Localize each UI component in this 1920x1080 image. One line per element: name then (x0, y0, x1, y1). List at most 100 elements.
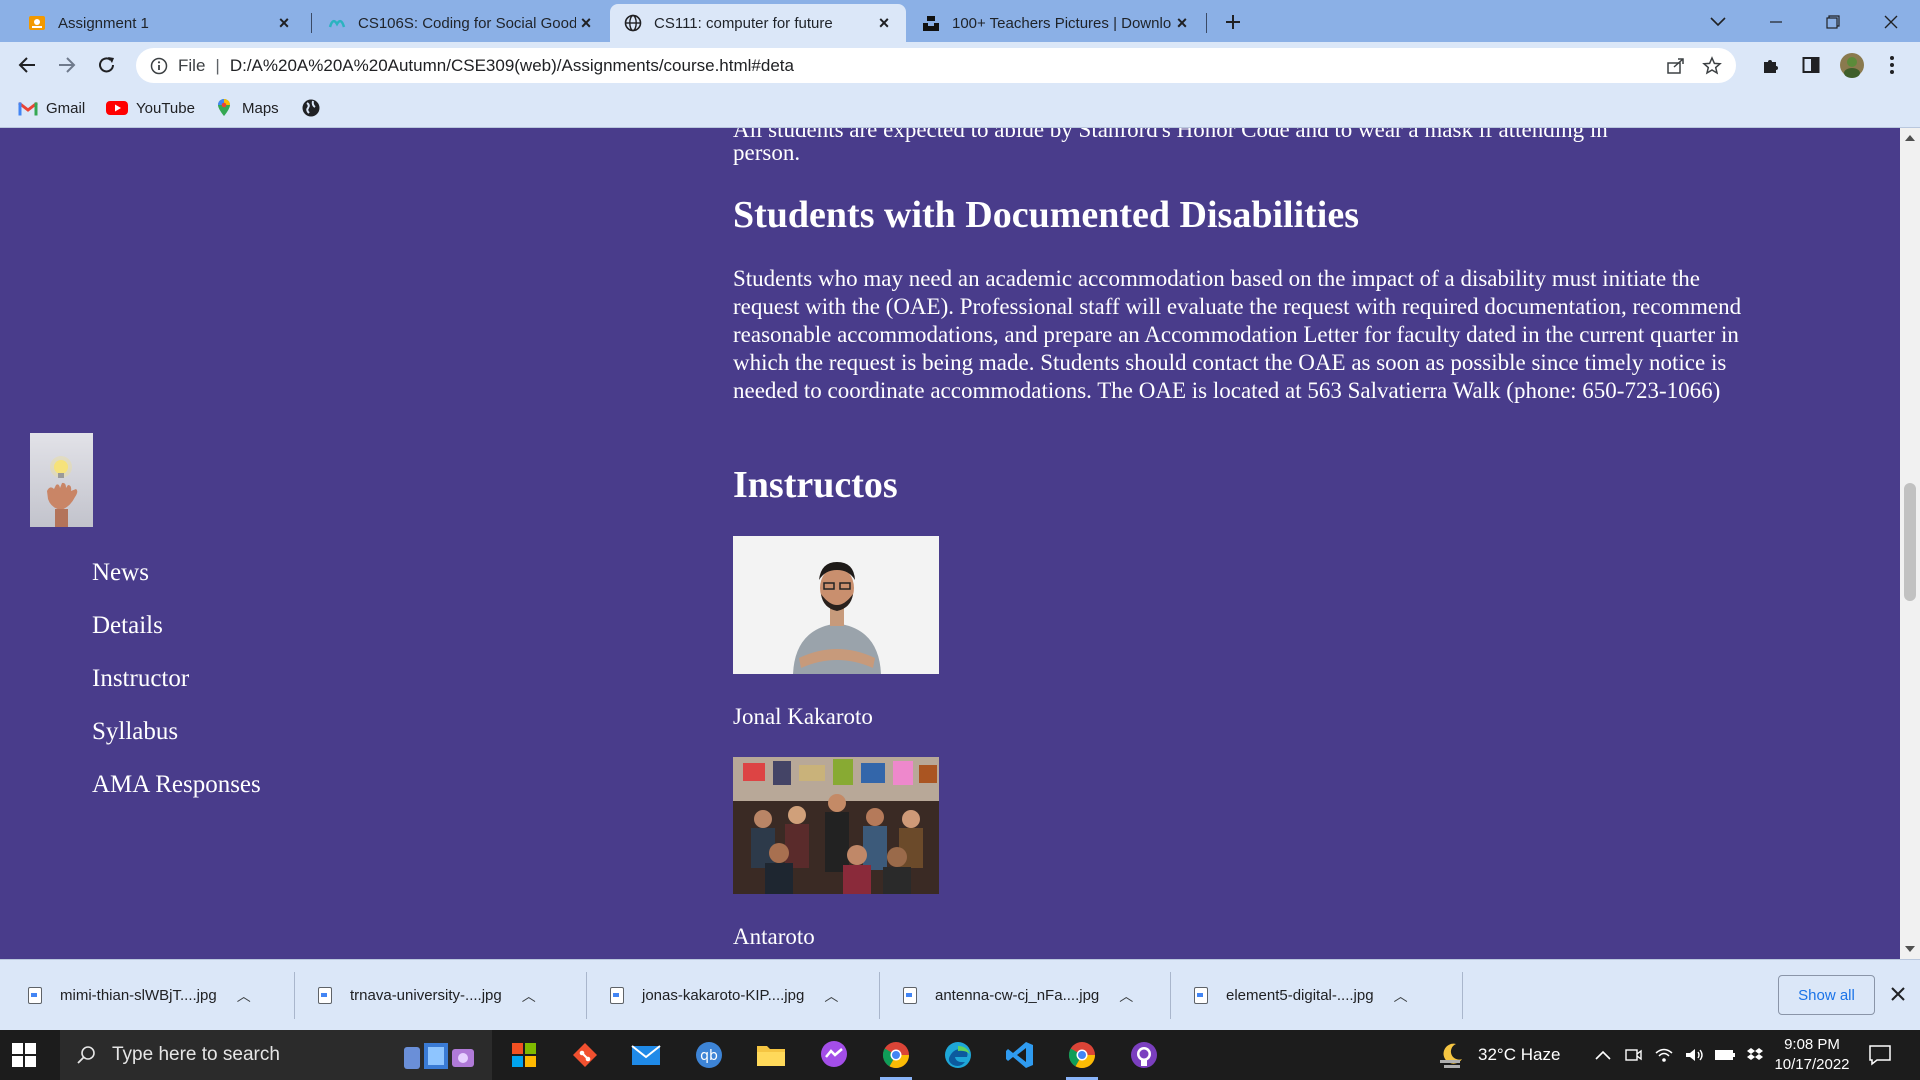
forward-button[interactable] (53, 51, 81, 79)
browser-toolbar: File | D:/A%20A%20A%20Autumn/CSE309(web)… (0, 42, 1920, 88)
scroll-up-icon[interactable] (1905, 135, 1915, 141)
tab-divider (311, 13, 312, 33)
bookmark-globe[interactable] (301, 96, 329, 120)
chevron-up-icon[interactable]: ︿ (522, 986, 536, 1006)
page-viewport: News Details Instructor Syllabus AMA Res… (0, 128, 1920, 959)
tab-strip: Assignment 1 × CS106S: Coding for Social… (0, 0, 1920, 42)
nav-link-news[interactable]: News (92, 558, 261, 611)
close-icon[interactable]: × (874, 13, 894, 33)
tab-search-button[interactable] (1704, 8, 1732, 36)
show-all-button[interactable]: Show all (1778, 975, 1875, 1015)
honor-code-text: All students are expected to abide by St… (733, 128, 1608, 142)
close-icon[interactable]: × (1172, 13, 1192, 33)
tab-title: 100+ Teachers Pictures | Downlo (952, 14, 1172, 32)
portrait-image (733, 536, 939, 674)
image-file-icon (1194, 987, 1208, 1004)
close-icon[interactable]: × (576, 13, 596, 33)
tab-title: Assignment 1 (58, 14, 149, 32)
close-shelf-button[interactable] (1884, 980, 1912, 1008)
url-scheme: File (178, 55, 206, 75)
taskbar-app-github[interactable] (1120, 1035, 1168, 1075)
page-scrollbar[interactable] (1900, 128, 1920, 959)
github-icon (1131, 1042, 1157, 1068)
taskbar-app-chrome[interactable] (872, 1035, 920, 1080)
bookmark-maps[interactable]: Maps (214, 96, 279, 120)
download-filename: element5-digital-....jpg (1226, 987, 1374, 1004)
windows-taskbar: Type here to search qb 32°C Haze 9:08 PM… (0, 1030, 1920, 1080)
youtube-icon (106, 100, 128, 116)
chevron-up-icon (1595, 1050, 1611, 1060)
taskbar-app-office[interactable] (500, 1035, 548, 1075)
site-logo (30, 433, 93, 527)
clock-date: 10/17/2022 (1774, 1056, 1850, 1073)
taskbar-app-vscode[interactable] (996, 1035, 1044, 1075)
restore-button[interactable] (1819, 8, 1847, 36)
download-item[interactable]: trnava-university-....jpg ︿ (318, 960, 536, 1031)
address-bar[interactable]: File | D:/A%20A%20A%20Autumn/CSE309(web)… (136, 48, 1736, 83)
tab-teachers-pictures[interactable]: 100+ Teachers Pictures | Downlo × (908, 4, 1204, 42)
taskbar-app-messenger[interactable] (810, 1035, 858, 1075)
taskbar-app-mail[interactable] (622, 1035, 670, 1075)
close-window-button[interactable] (1877, 8, 1905, 36)
globe-icon (624, 14, 642, 32)
tab-cs106s[interactable]: CS106S: Coding for Social Good × (314, 4, 608, 42)
notification-button[interactable] (1868, 1030, 1892, 1080)
chevron-up-icon[interactable]: ︿ (1119, 986, 1133, 1006)
system-tray[interactable] (1594, 1030, 1764, 1080)
taskbar-app-explorer[interactable] (747, 1035, 795, 1075)
back-button[interactable] (13, 51, 41, 79)
taskbar-app-qb[interactable]: qb (685, 1035, 733, 1075)
chevron-up-icon[interactable]: ︿ (824, 986, 838, 1006)
restore-icon (1826, 15, 1840, 29)
star-icon (1702, 56, 1722, 75)
tab-assignment-1[interactable]: Assignment 1 × (14, 4, 306, 42)
weather-widget[interactable]: 32°C Haze (1436, 1030, 1560, 1080)
wifi-icon (1655, 1048, 1673, 1062)
scroll-down-icon[interactable] (1905, 946, 1915, 952)
chrome-icon (1068, 1042, 1096, 1069)
taskbar-search[interactable]: Type here to search (60, 1030, 492, 1080)
bookmark-youtube[interactable]: YouTube (106, 96, 195, 120)
nav-link-details[interactable]: Details (92, 611, 261, 664)
taskbar-app-git[interactable] (561, 1035, 609, 1075)
more-vertical-icon (1890, 56, 1894, 74)
tab-cs111[interactable]: CS111: computer for future × (610, 4, 906, 42)
nav-link-instructor[interactable]: Instructor (92, 664, 261, 717)
tab-divider (1206, 13, 1207, 33)
reload-button[interactable] (93, 51, 121, 79)
volume-icon (1686, 1049, 1703, 1061)
bookmark-gmail[interactable]: Gmail (18, 96, 85, 120)
image-file-icon (28, 987, 42, 1004)
download-item[interactable]: element5-digital-....jpg ︿ (1194, 960, 1408, 1031)
new-tab-button[interactable] (1219, 8, 1247, 36)
taskbar-app-chrome-active[interactable] (1058, 1035, 1106, 1080)
start-button[interactable] (12, 1043, 36, 1067)
side-panel-button[interactable] (1797, 51, 1825, 79)
arrow-left-icon (18, 57, 35, 73)
minimize-button[interactable] (1762, 8, 1790, 36)
arrow-right-icon (59, 57, 76, 73)
search-placeholder: Type here to search (112, 1044, 280, 1065)
disabilities-heading: Students with Documented Disabilities (733, 194, 1359, 236)
scrollbar-thumb[interactable] (1904, 483, 1916, 601)
url-text: D:/A%20A%20A%20Autumn/CSE309(web)/Assign… (229, 55, 794, 75)
profile-avatar[interactable] (1838, 51, 1866, 79)
chrome-icon (882, 1042, 910, 1069)
clock[interactable]: 9:08 PM 10/17/2022 (1764, 1035, 1860, 1075)
close-icon[interactable]: × (274, 13, 294, 33)
chevron-up-icon[interactable]: ︿ (1394, 986, 1408, 1006)
moon-haze-icon (1440, 1043, 1462, 1068)
taskbar-app-edge[interactable] (934, 1035, 982, 1075)
download-item[interactable]: antenna-cw-cj_nFa....jpg ︿ (903, 960, 1133, 1031)
chevron-up-icon[interactable]: ︿ (237, 986, 251, 1006)
extensions-button[interactable] (1757, 51, 1785, 79)
bookmarks-bar: Gmail YouTube Maps (0, 88, 1920, 128)
download-item[interactable]: jonas-kakaroto-KIP....jpg ︿ (610, 960, 838, 1031)
download-filename: jonas-kakaroto-KIP....jpg (642, 987, 805, 1004)
site-logo-icon (328, 14, 346, 32)
side-panel-icon (1802, 57, 1820, 73)
download-item[interactable]: mimi-thian-slWBjT....jpg ︿ (28, 960, 251, 1031)
nav-link-syllabus[interactable]: Syllabus (92, 717, 261, 770)
menu-button[interactable] (1878, 51, 1906, 79)
nav-link-ama-responses[interactable]: AMA Responses (92, 770, 261, 823)
